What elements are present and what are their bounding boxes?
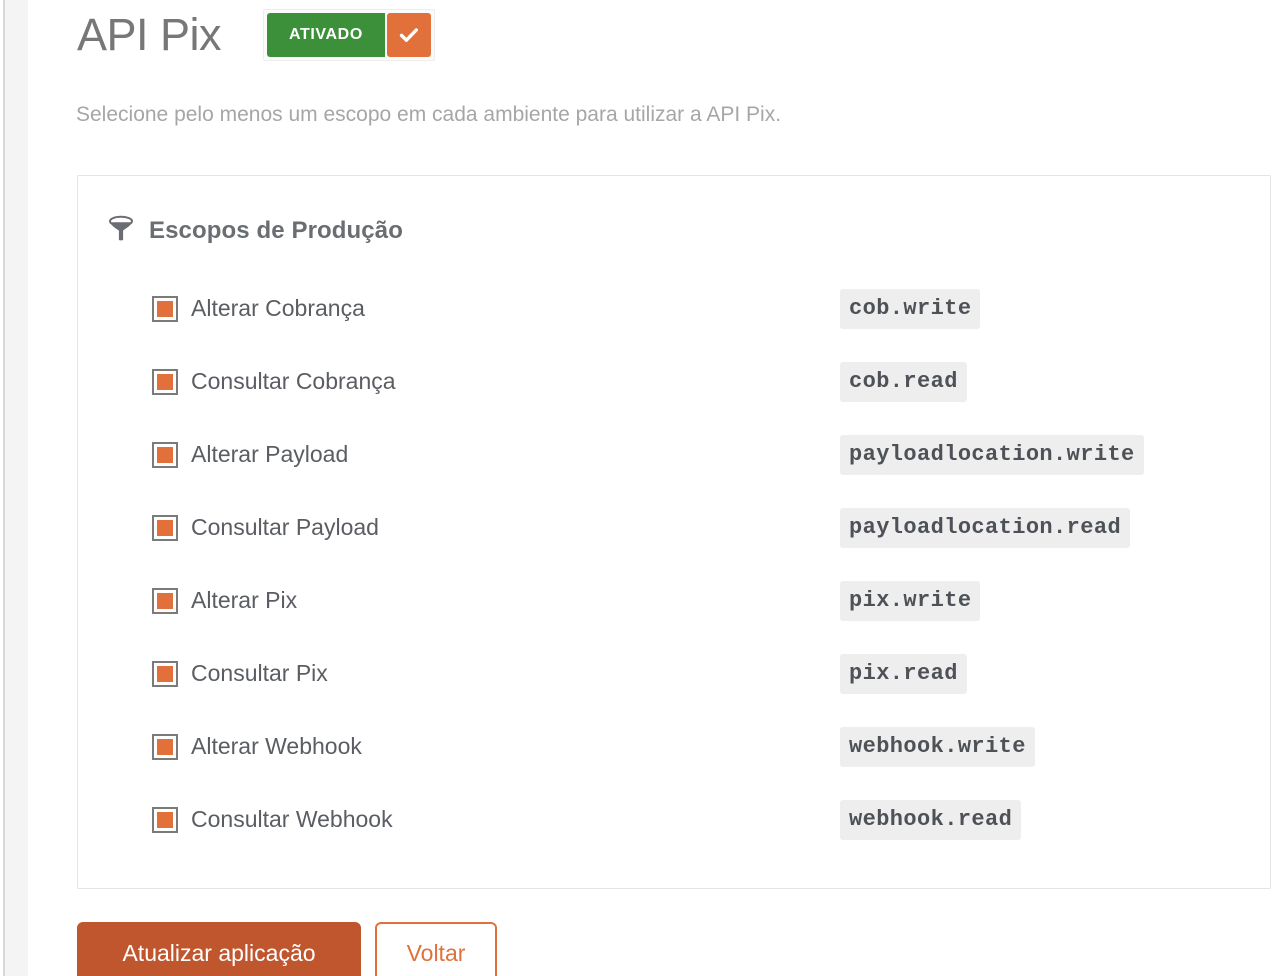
scope-row: Alterar Cobrança cob.write <box>152 272 1240 345</box>
checkbox-filled-icon <box>157 519 173 536</box>
scope-code-cell: pix.read <box>840 653 1240 694</box>
scope-code-badge: payloadlocation.read <box>840 507 1131 548</box>
production-scopes-panel: Escopos de Produção Alterar Cobrança cob.… <box>77 175 1271 889</box>
scope-checkbox[interactable] <box>152 514 178 541</box>
scope-label: Alterar Webhook <box>191 733 362 759</box>
update-application-button[interactable]: Atualizar aplicação <box>77 922 361 976</box>
scope-toggle[interactable]: Consultar Payload <box>152 514 379 541</box>
scope-checkbox[interactable] <box>152 368 178 395</box>
scope-toggle[interactable]: Alterar Webhook <box>152 733 362 760</box>
scope-code-cell: cob.read <box>840 361 1240 402</box>
page-title: API Pix <box>77 9 222 60</box>
scope-code-badge: cob.read <box>840 361 967 402</box>
scope-label: Consultar Cobrança <box>191 368 396 394</box>
checkbox-filled-icon <box>157 300 173 317</box>
scope-row: Consultar Pix pix.read <box>152 637 1240 710</box>
funnel-icon <box>108 214 134 247</box>
scope-row: Consultar Cobrança cob.read <box>152 345 1240 418</box>
scope-checkbox[interactable] <box>152 295 178 322</box>
scope-label: Consultar Webhook <box>191 806 393 832</box>
scope-label: Alterar Payload <box>191 441 349 467</box>
checkbox-filled-icon <box>157 665 173 682</box>
content-area: API Pix ATIVADO Selecione pelo menos um … <box>28 0 1280 976</box>
scope-code-cell: webhook.write <box>840 726 1240 767</box>
form-actions: Atualizar aplicação Voltar <box>77 922 497 976</box>
scope-row: Alterar Webhook webhook.write <box>152 710 1240 783</box>
scope-checkbox[interactable] <box>152 806 178 833</box>
left-gutter-strip <box>5 0 28 976</box>
scope-code-cell: cob.write <box>840 288 1240 329</box>
scope-toggle[interactable]: Alterar Payload <box>152 441 348 468</box>
scope-code-cell: payloadlocation.read <box>840 507 1240 548</box>
scope-label: Consultar Pix <box>191 660 328 686</box>
scope-row: Consultar Webhook webhook.read <box>152 783 1240 856</box>
scope-code-badge: pix.read <box>840 653 967 694</box>
scope-toggle[interactable]: Consultar Webhook <box>152 806 393 833</box>
toggle-confirm-button[interactable] <box>386 13 431 57</box>
api-status-toggle[interactable]: ATIVADO <box>263 9 435 61</box>
checkbox-filled-icon <box>157 446 173 463</box>
toggle-ativado-button[interactable]: ATIVADO <box>267 13 385 57</box>
scope-code-cell: payloadlocation.write <box>840 434 1240 475</box>
scope-code-badge: payloadlocation.write <box>840 434 1144 475</box>
scope-code-badge: cob.write <box>840 288 981 329</box>
scope-toggle[interactable]: Consultar Pix <box>152 660 328 687</box>
scope-checkbox[interactable] <box>152 660 178 687</box>
scope-row: Alterar Payload payloadlocation.write <box>152 418 1240 491</box>
scope-toggle[interactable]: Alterar Cobrança <box>152 295 365 322</box>
scope-label: Alterar Pix <box>191 587 298 613</box>
scope-toggle[interactable]: Consultar Cobrança <box>152 368 396 395</box>
scope-row: Alterar Pix pix.write <box>152 564 1240 637</box>
check-icon <box>397 23 421 47</box>
back-button[interactable]: Voltar <box>375 922 497 976</box>
scope-code-badge: webhook.read <box>840 799 1022 840</box>
panel-header: Escopos de Produção <box>78 176 1270 247</box>
scope-code-cell: webhook.read <box>840 799 1240 840</box>
scope-row: Consultar Payload payloadlocation.read <box>152 491 1240 564</box>
scope-label: Alterar Cobrança <box>191 295 365 321</box>
scope-code-badge: pix.write <box>840 580 981 621</box>
scope-checkbox[interactable] <box>152 587 178 614</box>
scope-list: Alterar Cobrança cob.write Consultar Cobra… <box>78 272 1270 856</box>
checkbox-filled-icon <box>157 811 173 828</box>
checkbox-filled-icon <box>157 373 173 390</box>
panel-title: Escopos de Produção <box>149 216 403 244</box>
scope-label: Consultar Payload <box>191 514 379 540</box>
page-root: API Pix ATIVADO Selecione pelo menos um … <box>0 0 1280 976</box>
scope-toggle[interactable]: Alterar Pix <box>152 587 297 614</box>
page-subtitle: Selecione pelo menos um escopo em cada a… <box>76 103 782 126</box>
scope-checkbox[interactable] <box>152 733 178 760</box>
checkbox-filled-icon <box>157 738 173 755</box>
scope-code-cell: pix.write <box>840 580 1240 621</box>
scope-code-badge: webhook.write <box>840 726 1035 767</box>
scope-checkbox[interactable] <box>152 441 178 468</box>
page-header: API Pix ATIVADO <box>77 6 435 64</box>
checkbox-filled-icon <box>157 592 173 609</box>
